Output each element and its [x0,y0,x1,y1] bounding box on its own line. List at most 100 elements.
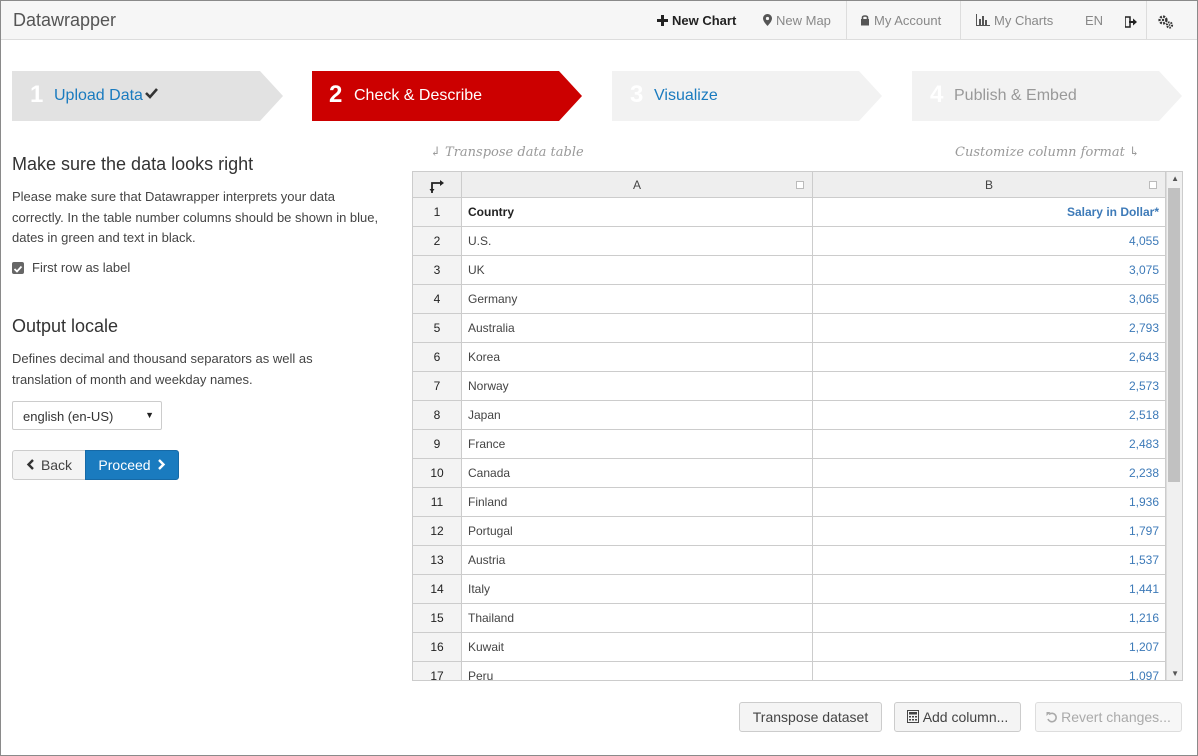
table-cell[interactable]: Norway [462,372,813,401]
table-cell[interactable]: 2,238 [813,459,1166,488]
new-map-link[interactable]: New Map [763,1,831,40]
step-number: 4 [930,81,944,108]
column-menu-icon[interactable] [796,181,804,189]
table-cell[interactable]: Austria [462,546,813,575]
column-menu-icon[interactable] [1149,181,1157,189]
column-header-b[interactable]: B [813,172,1166,198]
brand-title[interactable]: Datawrapper [13,10,116,31]
row-number-cell[interactable]: 13 [413,546,462,575]
transpose-hint-text: Transpose data table [445,145,584,160]
data-table[interactable]: A B 1 Country Salary in Dollar* 2 U.S. 4,055 3… [412,171,1183,681]
table-cell[interactable]: 3,075 [813,256,1166,285]
table-cell[interactable]: Japan [462,401,813,430]
step-check-describe[interactable]: 2 Check & Describe [312,71,582,121]
nav-divider [846,1,847,40]
table-cell[interactable]: France [462,430,813,459]
row-number-cell[interactable]: 9 [413,430,462,459]
table-cell[interactable]: 4,055 [813,227,1166,256]
table-cell[interactable]: Country [462,198,813,227]
my-account-link[interactable]: My Account [860,1,941,40]
table-row: 5 Australia 2,793 [413,314,1166,343]
row-number-cell[interactable]: 15 [413,604,462,633]
table-cell[interactable]: Thailand [462,604,813,633]
table-cell[interactable]: Korea [462,343,813,372]
table-cell[interactable]: 2,573 [813,372,1166,401]
map-marker-icon [763,2,772,41]
column-header-a[interactable]: A [462,172,813,198]
section-heading: Make sure the data looks right [12,154,254,174]
add-column-button[interactable]: Add column... [894,702,1021,732]
step-visualize[interactable]: 3 Visualize [612,71,882,121]
bar-chart-icon [976,2,990,41]
row-number-cell[interactable]: 16 [413,633,462,662]
row-number-cell[interactable]: 6 [413,343,462,372]
table-cell[interactable]: Portugal [462,517,813,546]
step-number: 2 [329,81,343,108]
new-chart-link[interactable]: New Chart [657,1,736,40]
revert-changes-button[interactable]: Revert changes... [1035,702,1182,732]
table-cell[interactable]: 1,441 [813,575,1166,604]
table-cell[interactable]: 1,097 [813,662,1166,680]
table-cell[interactable]: 2,643 [813,343,1166,372]
row-number-cell[interactable]: 8 [413,401,462,430]
proceed-button[interactable]: Proceed [85,450,179,480]
lock-icon [860,2,870,41]
plus-icon [657,2,668,41]
caret-down-icon: ▼ [145,410,154,420]
step-upload-data[interactable]: 1 Upload Data [12,71,283,121]
first-row-label[interactable]: First row as label [32,260,130,275]
table-cell[interactable]: UK [462,256,813,285]
table-cell[interactable]: Salary in Dollar* [813,198,1166,227]
scroll-up-icon[interactable]: ▲ [1171,174,1179,183]
first-row-checkbox[interactable] [12,262,24,274]
locale-select[interactable]: english (en-US) ▼ [12,401,162,430]
back-button[interactable]: Back [12,450,86,480]
row-number-cell[interactable]: 2 [413,227,462,256]
settings-gears-icon[interactable] [1158,1,1174,40]
scroll-down-icon[interactable]: ▼ [1171,669,1179,678]
transpose-corner-button[interactable] [413,172,462,198]
chevron-right-icon [151,457,166,473]
vertical-scrollbar[interactable]: ▲ ▼ [1166,172,1182,680]
row-number-cell[interactable]: 4 [413,285,462,314]
step-publish-embed: 4 Publish & Embed [912,71,1182,121]
step-label: Visualize [654,87,718,104]
table-cell[interactable]: Peru [462,662,813,680]
table-row: 13 Austria 1,537 [413,546,1166,575]
row-number-cell[interactable]: 14 [413,575,462,604]
table-row: 2 U.S. 4,055 [413,227,1166,256]
table-row: 11 Finland 1,936 [413,488,1166,517]
row-number-cell[interactable]: 7 [413,372,462,401]
table-cell[interactable]: 2,793 [813,314,1166,343]
table-cell[interactable]: 1,207 [813,633,1166,662]
row-number-cell[interactable]: 12 [413,517,462,546]
language-switcher[interactable]: EN [1085,1,1103,40]
row-number-cell[interactable]: 17 [413,662,462,680]
table-cell[interactable]: 1,216 [813,604,1166,633]
table-cell[interactable]: Germany [462,285,813,314]
logout-icon[interactable] [1124,1,1138,40]
table-cell[interactable]: 2,483 [813,430,1166,459]
table-cell[interactable]: Canada [462,459,813,488]
row-number-cell[interactable]: 1 [413,198,462,227]
transpose-dataset-button[interactable]: Transpose dataset [739,702,882,732]
table-cell[interactable]: 3,065 [813,285,1166,314]
row-number-cell[interactable]: 5 [413,314,462,343]
row-number-cell[interactable]: 3 [413,256,462,285]
table-cell[interactable]: 1,936 [813,488,1166,517]
row-number-cell[interactable]: 10 [413,459,462,488]
table-cell[interactable]: 1,797 [813,517,1166,546]
transpose-icon [429,179,444,193]
table-cell[interactable]: 2,518 [813,401,1166,430]
table-cell[interactable]: Italy [462,575,813,604]
table-cell[interactable]: Finland [462,488,813,517]
scrollbar-thumb[interactable] [1168,188,1180,482]
table-cell[interactable]: Australia [462,314,813,343]
my-charts-link[interactable]: My Charts [976,1,1053,40]
table-cell[interactable]: 1,537 [813,546,1166,575]
table-cell[interactable]: U.S. [462,227,813,256]
locale-heading: Output locale [12,316,119,336]
customize-hint-text: Customize column format [955,145,1125,160]
table-cell[interactable]: Kuwait [462,633,813,662]
row-number-cell[interactable]: 11 [413,488,462,517]
